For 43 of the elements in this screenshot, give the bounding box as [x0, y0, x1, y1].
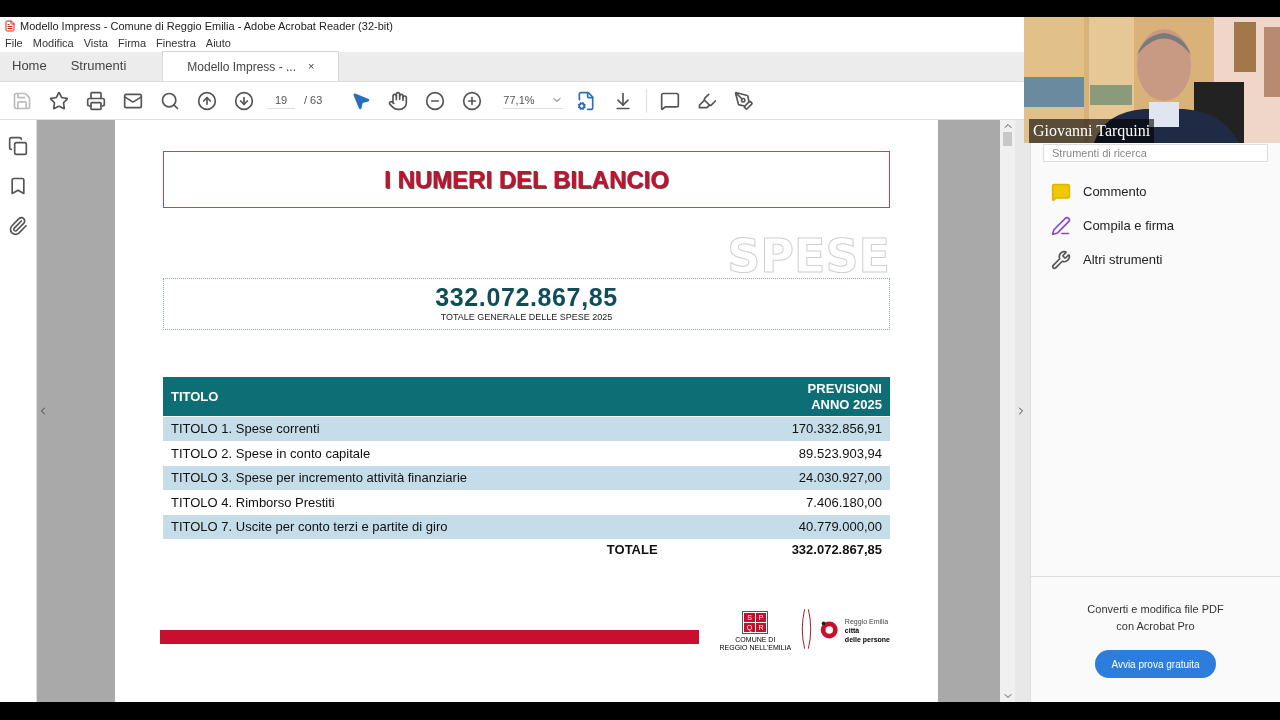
tab[interactable]: Strumenti — [58, 51, 139, 81]
comment-icon — [1051, 182, 1071, 202]
table-cell-text: 24.030.927,00 — [798, 469, 882, 487]
wrench-icon — [1051, 250, 1071, 270]
slide-title: I NUMERI DEL BILANCIO — [384, 164, 669, 195]
table-cell-text: 40.779.000,00 — [798, 518, 882, 536]
tool-item[interactable]: Altri strumenti — [1051, 250, 1260, 270]
window-title: Modello Impress - Comune di Reggio Emilia - Adobe Acrobat Reader (32-bit) — [20, 18, 393, 34]
tool-item[interactable]: Commento — [1051, 182, 1260, 202]
zoom-dropdown[interactable]: 77,1% — [503, 91, 564, 110]
page-count: / 63 — [304, 93, 323, 109]
table-cell-text: 89.523.903,94 — [798, 444, 882, 463]
total-caption: TOTALE GENERALE DELLE SPESE 2025 — [440, 311, 613, 325]
search-field[interactable]: Strumenti di ricerca — [1043, 144, 1268, 162]
menu-item[interactable]: Vista — [83, 35, 108, 52]
menu-item[interactable]: Finestra — [156, 35, 196, 52]
table-cell-text: 170.332.856,91 — [791, 420, 882, 438]
table-cell-text: TITOLO 4. Rimborso Prestiti — [171, 493, 335, 512]
app-icon — [4, 20, 16, 32]
scrollbar-thumb[interactable] — [1003, 132, 1012, 146]
table-cell-text: TITOLO 7. Uscite per conto terzi e partite di giro — [171, 518, 448, 536]
trial-button[interactable]: Avvia prova gratuita — [1095, 650, 1216, 678]
menu-item[interactable]: Firma — [117, 35, 147, 52]
close-tab-icon[interactable]: × — [308, 58, 315, 75]
promo-text: Converti e modifica file PDF con Acrobat Pro — [1087, 602, 1224, 634]
pen-icon — [1051, 216, 1071, 236]
menu-item[interactable]: Aiuto — [205, 35, 231, 52]
menu-item[interactable]: Modifica — [32, 35, 74, 52]
table-cell-text: TITOLO 1. Spese correnti — [171, 420, 320, 438]
menu-item[interactable]: File — [5, 35, 23, 52]
column-header: TITOLO — [171, 387, 219, 406]
total-amount: 332.072.867,85 — [435, 283, 618, 312]
page-number-field[interactable]: 19 — [267, 91, 295, 110]
column-header: PREVISIONI ANNO 2025 — [807, 380, 882, 413]
total-value: 332.072.867,85 — [791, 541, 882, 560]
tab[interactable]: Home — [0, 51, 59, 81]
tab[interactable]: Modello Impress - ... × — [162, 51, 340, 81]
table-cell-text: TITOLO 3. Spese per incremento attività finanziarie — [171, 469, 467, 487]
table-cell-text: 7.406.180,00 — [806, 493, 882, 512]
total-label: TOTALE — [606, 541, 658, 560]
participant-name: Giovanni Tarquini — [1029, 119, 1155, 143]
tool-item[interactable]: Compila e firma — [1051, 216, 1260, 236]
table-cell-text: TITOLO 2. Spese in conto capitale — [171, 444, 371, 463]
